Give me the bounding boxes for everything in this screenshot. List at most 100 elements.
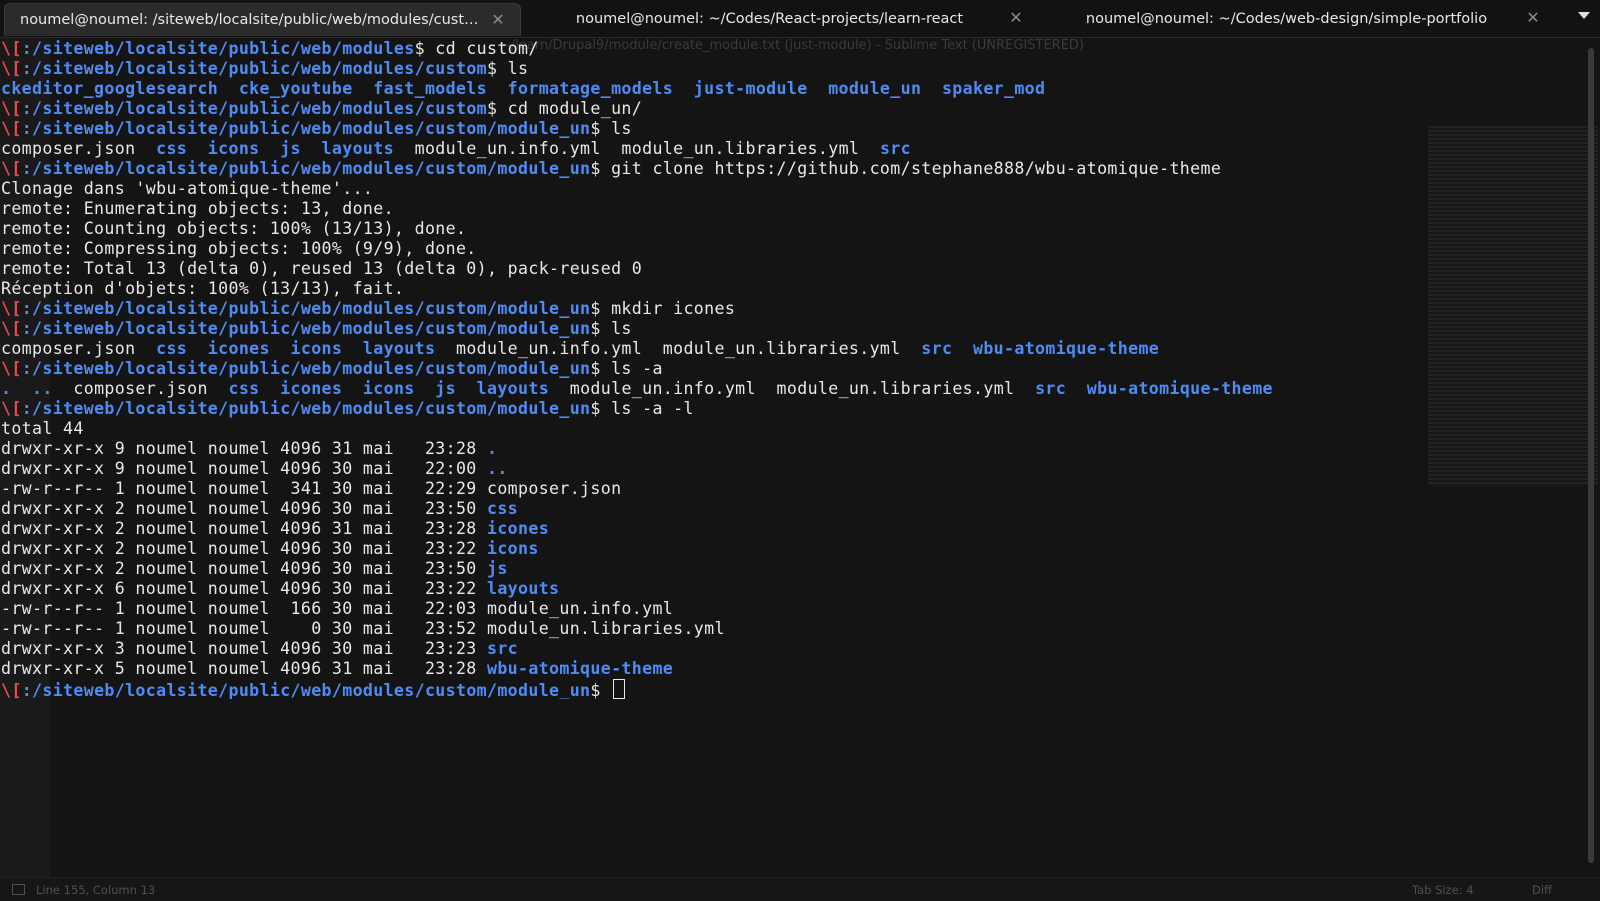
directory-name: icons bbox=[487, 539, 539, 558]
output-line: remote: Compressing objects: 100% (9/9),… bbox=[1, 239, 1589, 259]
cursor-position[interactable]: Line 155, Column 13 bbox=[36, 883, 155, 897]
output-text: remote: Total 13 (delta 0), reused 13 (d… bbox=[1, 259, 643, 278]
prompt-path: :/siteweb/localsite/public/web/modules/c… bbox=[21, 299, 591, 318]
directory-name: src bbox=[879, 139, 911, 158]
file-name: composer.json bbox=[487, 479, 622, 498]
terminal-output[interactable]: \[:/siteweb/localsite/public/web/modules… bbox=[1, 39, 1589, 699]
long-listing-line: drwxr-xr-x 2 noumel noumel 4096 30 mai 2… bbox=[1, 499, 1589, 519]
output-line: ckeditor_googlesearch cke_youtube fast_m… bbox=[1, 79, 1589, 99]
prompt-path: :/siteweb/localsite/public/web/modules/c… bbox=[21, 59, 487, 78]
file-metadata: drwxr-xr-x 3 noumel noumel 4096 30 mai 2… bbox=[1, 639, 487, 658]
directory-name: js bbox=[487, 559, 508, 578]
file-metadata: drwxr-xr-x 2 noumel noumel 4096 30 mai 2… bbox=[1, 539, 487, 558]
panel-icon[interactable] bbox=[12, 884, 25, 895]
command-text: $ ls -a bbox=[590, 359, 663, 378]
prompt-prefix: \[ bbox=[1, 159, 22, 178]
prompt-line: \[:/siteweb/localsite/public/web/modules… bbox=[1, 39, 1589, 59]
directory-name: css bbox=[487, 499, 519, 518]
file-name: module_un.info.yml module_un.libraries.y… bbox=[393, 139, 880, 158]
close-icon[interactable]: ✕ bbox=[490, 12, 506, 28]
command-text: $ ls bbox=[487, 59, 529, 78]
tab-size[interactable]: Tab Size: 4 bbox=[1412, 883, 1474, 897]
directory-name: css icones icons layouts bbox=[156, 339, 436, 358]
long-listing-line: drwxr-xr-x 2 noumel noumel 4096 30 mai 2… bbox=[1, 539, 1589, 559]
prompt-line: \[:/siteweb/localsite/public/web/modules… bbox=[1, 119, 1589, 139]
file-name: module_un.libraries.yml bbox=[487, 619, 725, 638]
prompt-line: \[:/siteweb/localsite/public/web/modules… bbox=[1, 299, 1589, 319]
prompt-line: \[:/siteweb/localsite/public/web/modules… bbox=[1, 319, 1589, 339]
prompt-prefix: \[ bbox=[1, 99, 22, 118]
directory-name: src wbu-atomique-theme bbox=[1035, 379, 1273, 398]
output-text: remote: Enumerating objects: 13, done. bbox=[1, 199, 394, 218]
output-line: remote: Total 13 (delta 0), reused 13 (d… bbox=[1, 259, 1589, 279]
file-name: module_un.info.yml module_un.libraries.y… bbox=[549, 379, 1036, 398]
long-listing-line: drwxr-xr-x 9 noumel noumel 4096 31 mai 2… bbox=[1, 439, 1589, 459]
prompt-prefix: \[ bbox=[1, 399, 22, 418]
directory-name: layouts bbox=[487, 579, 560, 598]
ls-output-line: composer.json css icons js layouts modul… bbox=[1, 139, 1589, 159]
prompt-prefix: \[ bbox=[1, 319, 22, 338]
tab-menu-chevron-down-icon[interactable] bbox=[1578, 12, 1590, 19]
output-line: remote: Enumerating objects: 13, done. bbox=[1, 199, 1589, 219]
directory-name: . .. bbox=[1, 379, 53, 398]
directory-name: wbu-atomique-theme bbox=[487, 659, 674, 678]
prompt-line: \[:/siteweb/localsite/public/web/modules… bbox=[1, 399, 1589, 419]
file-name: composer.json bbox=[1, 139, 157, 158]
tab-module-un[interactable]: noumel@noumel: /siteweb/localsite/public… bbox=[4, 3, 521, 36]
directory-name: . bbox=[487, 439, 498, 458]
output-text: ckeditor_googlesearch cke_youtube fast_m… bbox=[1, 79, 1046, 98]
prompt-line: \[:/siteweb/localsite/public/web/modules… bbox=[1, 99, 1589, 119]
prompt-prefix: \[ bbox=[1, 39, 22, 58]
tab-simple-portfolio[interactable]: noumel@noumel: ~/Codes/web-design/simple… bbox=[1038, 2, 1555, 35]
directory-name: src bbox=[487, 639, 519, 658]
command-text: $ bbox=[590, 681, 612, 699]
output-line: Clonage dans 'wbu-atomique-theme'... bbox=[1, 179, 1589, 199]
file-metadata: drwxr-xr-x 2 noumel noumel 4096 30 mai 2… bbox=[1, 499, 487, 518]
diff-status[interactable]: Diff bbox=[1532, 883, 1552, 897]
output-line: total 44 bbox=[1, 419, 1589, 439]
file-name: composer.json bbox=[52, 379, 229, 398]
command-text: $ ls bbox=[590, 119, 632, 138]
prompt-path: :/siteweb/localsite/public/web/modules bbox=[21, 39, 415, 58]
file-metadata: drwxr-xr-x 9 noumel noumel 4096 31 mai 2… bbox=[1, 439, 487, 458]
prompt-prefix: \[ bbox=[1, 359, 22, 378]
output-line: Réception d'objets: 100% (13/13), fait. bbox=[1, 279, 1589, 299]
close-icon[interactable]: ✕ bbox=[1008, 10, 1024, 26]
tab-learn-react[interactable]: noumel@noumel: ~/Codes/React-projects/le… bbox=[521, 2, 1038, 35]
prompt-line: \[:/siteweb/localsite/public/web/modules… bbox=[1, 359, 1589, 379]
prompt-path: :/siteweb/localsite/public/web/modules/c… bbox=[21, 681, 591, 699]
prompt-line: \[:/siteweb/localsite/public/web/modules… bbox=[1, 679, 1589, 699]
long-listing-line: -rw-r--r-- 1 noumel noumel 0 30 mai 23:5… bbox=[1, 619, 1589, 639]
long-listing-line: -rw-r--r-- 1 noumel noumel 341 30 mai 22… bbox=[1, 479, 1589, 499]
command-text: $ cd custom/ bbox=[414, 39, 539, 58]
prompt-prefix: \[ bbox=[1, 681, 22, 699]
tab-label: noumel@noumel: ~/Codes/web-design/simple… bbox=[1085, 10, 1488, 27]
file-metadata: drwxr-xr-x 2 noumel noumel 4096 30 mai 2… bbox=[1, 559, 487, 578]
long-listing-line: drwxr-xr-x 2 noumel noumel 4096 30 mai 2… bbox=[1, 559, 1589, 579]
command-text: $ ls bbox=[590, 319, 632, 338]
prompt-line: \[:/siteweb/localsite/public/web/modules… bbox=[1, 59, 1589, 79]
file-metadata: -rw-r--r-- 1 noumel noumel 0 30 mai 23:5… bbox=[1, 619, 487, 638]
close-icon[interactable]: ✕ bbox=[1525, 10, 1541, 26]
prompt-path: :/siteweb/localsite/public/web/modules/c… bbox=[21, 159, 591, 178]
prompt-path: :/siteweb/localsite/public/web/modules/c… bbox=[21, 399, 591, 418]
output-text: remote: Counting objects: 100% (13/13), … bbox=[1, 219, 467, 238]
file-name: module_un.info.yml module_un.libraries.y… bbox=[435, 339, 922, 358]
long-listing-line: drwxr-xr-x 3 noumel noumel 4096 30 mai 2… bbox=[1, 639, 1589, 659]
long-listing-line: drwxr-xr-x 5 noumel noumel 4096 31 mai 2… bbox=[1, 659, 1589, 679]
terminal-tab-bar: noumel@noumel: /siteweb/localsite/public… bbox=[0, 0, 1600, 38]
file-metadata: drwxr-xr-x 2 noumel noumel 4096 31 mai 2… bbox=[1, 519, 487, 538]
output-text: total 44 bbox=[1, 419, 84, 438]
terminal-cursor bbox=[613, 679, 626, 699]
editor-status-bar: Line 155, Column 13 Tab Size: 4 Diff bbox=[0, 877, 1600, 901]
command-text: $ cd module_un/ bbox=[487, 99, 643, 118]
file-name: composer.json bbox=[1, 339, 157, 358]
tab-label: noumel@noumel: /siteweb/localsite/public… bbox=[20, 12, 485, 28]
prompt-path: :/siteweb/localsite/public/web/modules/c… bbox=[21, 119, 591, 138]
prompt-prefix: \[ bbox=[1, 119, 22, 138]
tab-label: noumel@noumel: ~/Codes/React-projects/le… bbox=[575, 10, 964, 27]
file-metadata: -rw-r--r-- 1 noumel noumel 166 30 mai 22… bbox=[1, 599, 487, 618]
ls-output-line: composer.json css icones icons layouts m… bbox=[1, 339, 1589, 359]
command-text: $ git clone https://github.com/stephane8… bbox=[590, 159, 1222, 178]
output-line: remote: Counting objects: 100% (13/13), … bbox=[1, 219, 1589, 239]
